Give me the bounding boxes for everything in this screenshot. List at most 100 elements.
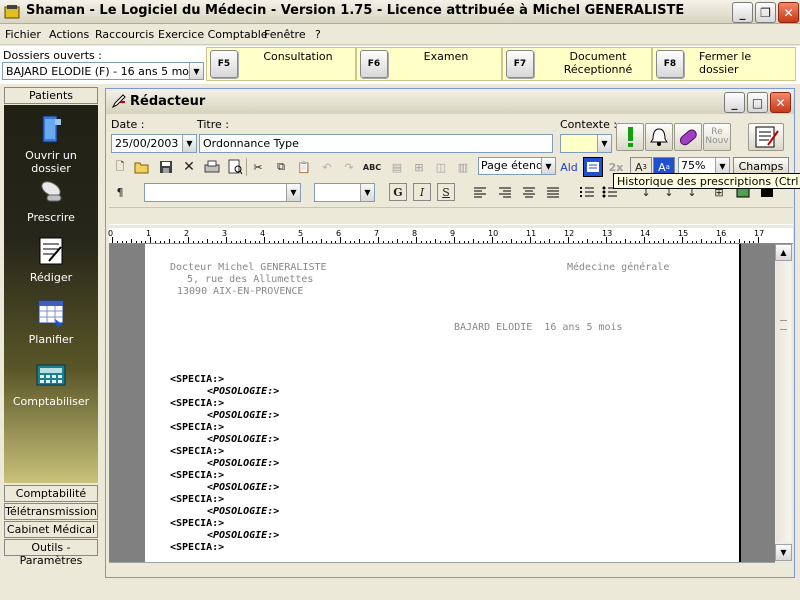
table-insert-icon[interactable]: ▤ (388, 158, 406, 176)
page-mode-select[interactable]: Page étend ▼ (478, 157, 556, 175)
cut-icon[interactable]: ✂ (249, 158, 267, 176)
chevron-down-icon[interactable]: ▼ (715, 158, 729, 174)
ruler-tick (359, 239, 360, 243)
ald-button[interactable]: Ald (559, 158, 579, 176)
ruler-tick (686, 241, 688, 243)
alert-button[interactable] (616, 123, 644, 151)
chevron-down-icon[interactable]: ▼ (189, 63, 203, 79)
ruler-tick (121, 241, 123, 243)
dossier-select[interactable]: BAJARD ELODIE (F) - 16 ans 5 mois - ▼ (2, 62, 204, 80)
menu-raccourcis[interactable]: Raccourcis (95, 28, 154, 41)
table-merge-icon[interactable]: ◫ (432, 158, 450, 176)
launcher-ouvrir-dossier[interactable]: Ouvrir un dossier (4, 113, 98, 175)
minimize-button[interactable]: _ (732, 2, 753, 23)
copy-icon[interactable]: ⧉ (272, 158, 290, 176)
ald-toggle-icon[interactable] (583, 157, 603, 177)
ruler-number: 16 (716, 229, 727, 238)
italic-button[interactable]: I (413, 183, 431, 201)
paste-icon[interactable]: 📋 (295, 158, 313, 176)
launcher-rediger[interactable]: Rédiger (4, 235, 98, 284)
doctor-name: Docteur Michel GENERALISTE (170, 262, 327, 273)
close-button[interactable]: ✕ (778, 2, 799, 23)
editor-close-button[interactable]: ✕ (770, 92, 791, 113)
vertical-scrollbar[interactable]: ▲ ▼ (775, 244, 792, 562)
ruler-tick (644, 237, 645, 243)
ruler-tick (577, 241, 579, 243)
print-icon[interactable] (203, 158, 221, 176)
table-split-icon[interactable]: ▥ (454, 158, 472, 176)
spellcheck-icon[interactable]: ABC (363, 158, 381, 176)
ruler-tick (306, 241, 308, 243)
menu-exercice-comptable[interactable]: Exercice Comptable (158, 28, 268, 41)
ruler-tick (178, 241, 180, 243)
align-justify-icon[interactable] (544, 183, 562, 201)
open-folder-icon[interactable] (133, 158, 151, 176)
titre-field[interactable]: Ordonnance Type (199, 134, 553, 153)
date-field[interactable]: 25/00/2003 ▼ (111, 134, 197, 153)
save-icon[interactable] (157, 158, 175, 176)
close-icon: ✕ (775, 95, 786, 110)
paragraph-marks-button[interactable]: ¶ (111, 183, 129, 201)
scroll-down-icon[interactable]: ▼ (775, 544, 792, 561)
contexte-select[interactable]: ▼ (560, 134, 612, 153)
menu-fenetre[interactable]: Fenêtre (264, 28, 306, 41)
chevron-down-icon[interactable]: ▼ (360, 184, 374, 201)
align-center-icon[interactable] (520, 183, 538, 201)
ruler-tick (416, 237, 417, 243)
numbered-list-icon[interactable] (578, 183, 596, 201)
new-doc-icon[interactable]: 🗋 (111, 158, 129, 176)
fkey-fermer-dossier[interactable]: F8 Fermer le dossier (652, 47, 796, 81)
medication-button[interactable] (674, 123, 702, 151)
menu-help[interactable]: ? (315, 28, 321, 41)
table-column-icon[interactable]: ⊞ (410, 158, 428, 176)
chevron-down-icon[interactable]: ▼ (182, 135, 196, 152)
chevron-down-icon[interactable]: ▼ (597, 135, 611, 152)
reminder-button[interactable] (645, 123, 673, 151)
launcher-planifier[interactable]: Planifier (4, 297, 98, 346)
underline-button[interactable]: S (437, 183, 455, 201)
prescription-history-button[interactable] (748, 123, 784, 151)
maximize-button[interactable]: ❐ (755, 2, 776, 23)
ruler-tick (311, 241, 313, 243)
fkey-document-receptionne[interactable]: F7 Document Réceptionné (502, 47, 652, 81)
undo-icon[interactable]: ↶ (318, 158, 336, 176)
editor-maximize-button[interactable]: □ (747, 92, 768, 113)
date-label: Date : (111, 118, 145, 131)
font-family-select[interactable]: ▼ (144, 183, 301, 202)
tab-patients[interactable]: Patients (4, 87, 98, 104)
ruler-tick (340, 237, 341, 243)
menu-actions[interactable]: Actions (49, 28, 89, 41)
scroll-up-icon[interactable]: ▲ (775, 244, 792, 261)
redo-icon[interactable]: ↷ (340, 158, 358, 176)
delete-icon[interactable]: ✕ (180, 158, 198, 176)
menu-fichier[interactable]: Fichier (5, 28, 41, 41)
bold-button[interactable]: G (389, 183, 407, 201)
ruler-tick (435, 239, 436, 243)
tab-cabinet-medical[interactable]: Cabinet Médical (4, 521, 98, 538)
font-size-select[interactable]: ▼ (314, 183, 375, 202)
scrollbar-grip[interactable] (780, 320, 787, 330)
capsule-icon (679, 129, 697, 146)
chevron-down-icon[interactable]: ▼ (286, 184, 300, 201)
fkey-consultation[interactable]: F5 Consultation (206, 47, 356, 81)
print-preview-icon[interactable] (226, 158, 244, 176)
tab-outils-parametres[interactable]: Outils - Paramètres (4, 539, 98, 567)
horizontal-scrollbar[interactable] (109, 562, 775, 574)
tab-teletransmission[interactable]: Télétransmission (4, 503, 98, 520)
ruler-tick (287, 241, 289, 243)
editor-minimize-button[interactable]: _ (724, 92, 745, 113)
tab-comptabilite[interactable]: Comptabilité (4, 485, 98, 502)
scrollbar-track[interactable] (776, 262, 791, 542)
chevron-down-icon[interactable]: ▼ (541, 158, 555, 174)
renouv-button[interactable]: Re Nouv (703, 123, 731, 151)
ruler-tick (321, 239, 322, 243)
launcher-comptabiliser[interactable]: Comptabiliser (4, 359, 98, 408)
document-page[interactable]: Docteur Michel GENERALISTE Médecine géné… (145, 244, 741, 562)
ruler-tick (482, 241, 484, 243)
specia-field: <SPECIA:> (170, 542, 225, 553)
ruler-tick (240, 241, 242, 243)
launcher-prescrire[interactable]: Prescrire (4, 175, 98, 224)
align-right-icon[interactable] (496, 183, 514, 201)
align-left-icon[interactable] (471, 183, 489, 201)
fkey-examen[interactable]: F6 Examen (356, 47, 502, 81)
